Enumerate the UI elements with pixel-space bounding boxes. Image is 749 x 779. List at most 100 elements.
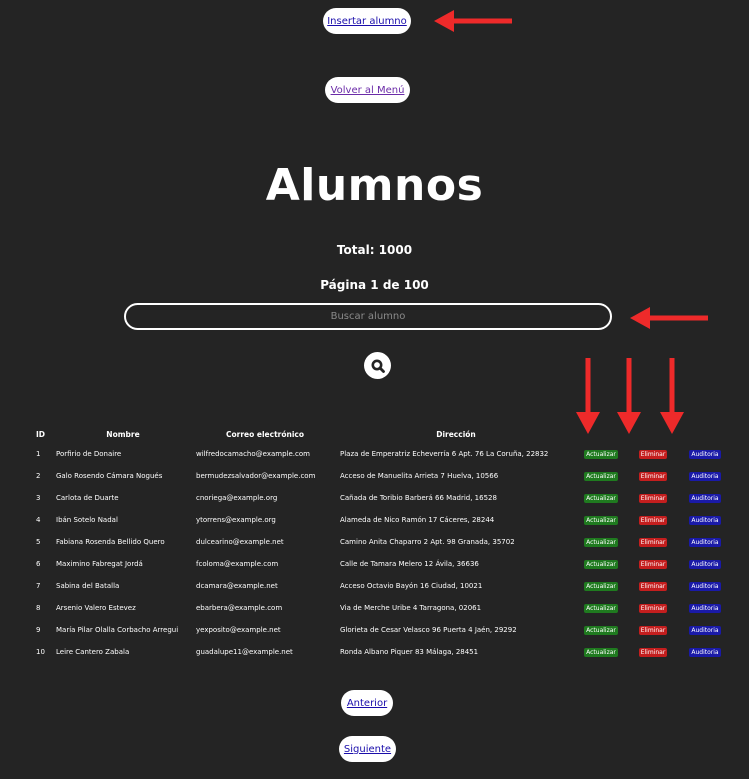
audit-button[interactable]: Auditoria <box>689 515 721 525</box>
audit-button-cell: Auditoria <box>679 597 731 619</box>
back-to-menu-button[interactable]: Volver al Menú <box>325 77 410 103</box>
update-button-cell: Actualizar <box>575 509 627 531</box>
arrow-left-icon <box>630 307 708 329</box>
delete-button[interactable]: Eliminar <box>638 449 668 459</box>
arrow-left-icon <box>434 10 512 32</box>
cell-email: fcoloma@example.com <box>196 560 279 568</box>
cell-email: cnoriega@example.org <box>196 494 278 502</box>
cell-id: 7 <box>36 582 41 590</box>
audit-button[interactable]: Auditoria <box>689 625 721 635</box>
table-row: 7 Sabina del Batalla dcamara@example.net Ac… <box>33 575 731 597</box>
update-button[interactable]: Actualizar <box>584 559 618 569</box>
cell-id: 5 <box>36 538 41 546</box>
update-button[interactable]: Actualizar <box>584 625 618 635</box>
update-button-cell: Actualizar <box>575 641 627 663</box>
audit-button[interactable]: Auditoria <box>689 603 721 613</box>
page-indicator: Página 1 de 100 <box>320 278 429 292</box>
search-button[interactable] <box>364 352 391 379</box>
update-button-cell: Actualizar <box>575 487 627 509</box>
cell-address: Calle de Tamara Melero 12 Ávila, 36636 <box>340 560 479 568</box>
cell-address: Acceso Octavio Bayón 16 Ciudad, 10021 <box>340 582 483 590</box>
delete-button-cell: Eliminar <box>627 553 679 575</box>
audit-button-cell: Auditoria <box>679 443 731 465</box>
audit-button[interactable]: Auditoria <box>689 493 721 503</box>
update-button[interactable]: Actualizar <box>584 471 618 481</box>
cell-name: María Pilar Olalla Corbacho Arregui <box>56 626 179 634</box>
update-button[interactable]: Actualizar <box>584 581 618 591</box>
update-button-cell: Actualizar <box>575 575 627 597</box>
audit-button[interactable]: Auditoria <box>689 449 721 459</box>
table-row: 8 Arsenio Valero Estevez ebarbera@example.… <box>33 597 731 619</box>
cell-id: 4 <box>36 516 41 524</box>
cell-email: dcamara@example.net <box>196 582 278 590</box>
audit-button[interactable]: Auditoria <box>689 471 721 481</box>
delete-button[interactable]: Eliminar <box>638 647 668 657</box>
audit-button-cell: Auditoria <box>679 553 731 575</box>
cell-address: Camino Anita Chaparro 2 Apt. 98 Granada,… <box>340 538 515 546</box>
table-row: 10 Leire Cantero Zabala guadalupe11@exampl… <box>33 641 731 663</box>
table-row: 3 Carlota de Duarte cnoriega@example.org Ca… <box>33 487 731 509</box>
audit-button-cell: Auditoria <box>679 641 731 663</box>
audit-button[interactable]: Auditoria <box>689 559 721 569</box>
audit-button-cell: Auditoria <box>679 531 731 553</box>
table-row: 6 Maximino Fabregat Jordá fcoloma@example.… <box>33 553 731 575</box>
cell-email: ytorrens@example.org <box>196 516 276 524</box>
delete-button-cell: Eliminar <box>627 531 679 553</box>
audit-button[interactable]: Auditoria <box>689 647 721 657</box>
cell-address: Cañada de Toribio Barberá 66 Madrid, 165… <box>340 494 497 502</box>
update-button[interactable]: Actualizar <box>584 515 618 525</box>
cell-email: dulcearino@example.net <box>196 538 284 546</box>
delete-button[interactable]: Eliminar <box>638 471 668 481</box>
audit-button-cell: Auditoria <box>679 509 731 531</box>
cell-address: Via de Merche Uribe 4 Tarragona, 02061 <box>340 604 482 612</box>
students-table: ID Nombre Correo electrónico Dirección 1… <box>33 425 731 663</box>
next-page-button[interactable]: Siguiente <box>339 736 396 762</box>
cell-address: Ronda Albano Piquer 83 Málaga, 28451 <box>340 648 479 656</box>
cell-name: Ibán Sotelo Nadal <box>56 516 118 524</box>
delete-button-cell: Eliminar <box>627 509 679 531</box>
col-name-header: Nombre <box>106 429 140 439</box>
arrow-down-icon <box>617 358 641 434</box>
audit-button[interactable]: Auditoria <box>689 537 721 547</box>
arrow-down-icon <box>576 358 600 434</box>
cell-address: Acceso de Manuelita Arrieta 7 Huelva, 10… <box>340 472 499 480</box>
update-button[interactable]: Actualizar <box>584 537 618 547</box>
cell-email: bermudezsalvador@example.com <box>196 472 316 480</box>
cell-id: 10 <box>36 648 45 656</box>
table-row: 2 Galo Rosendo Cámara Nogués bermudezsalva… <box>33 465 731 487</box>
delete-button[interactable]: Eliminar <box>638 581 668 591</box>
update-button[interactable]: Actualizar <box>584 603 618 613</box>
update-button-cell: Actualizar <box>575 531 627 553</box>
table-row: 9 María Pilar Olalla Corbacho Arregui yexp… <box>33 619 731 641</box>
cell-id: 9 <box>36 626 41 634</box>
update-button[interactable]: Actualizar <box>584 493 618 503</box>
cell-name: Maximino Fabregat Jordá <box>56 560 143 568</box>
table-row: 1 Porfirio de Donaire wilfredocamacho@exam… <box>33 443 731 465</box>
cell-address: Plaza de Emperatriz Echeverría 6 Apt. 76… <box>340 450 549 458</box>
update-button-cell: Actualizar <box>575 553 627 575</box>
update-button[interactable]: Actualizar <box>584 449 618 459</box>
cell-id: 6 <box>36 560 41 568</box>
cell-name: Porfirio de Donaire <box>56 450 122 458</box>
previous-page-button[interactable]: Anterior <box>341 690 393 716</box>
delete-button[interactable]: Eliminar <box>638 625 668 635</box>
cell-id: 8 <box>36 604 41 612</box>
search-input[interactable]: Buscar alumno <box>124 303 612 330</box>
insert-student-button[interactable]: Insertar alumno <box>323 8 411 34</box>
cell-id: 2 <box>36 472 41 480</box>
update-button[interactable]: Actualizar <box>584 647 618 657</box>
delete-button[interactable]: Eliminar <box>638 603 668 613</box>
delete-button[interactable]: Eliminar <box>638 537 668 547</box>
audit-button-cell: Auditoria <box>679 487 731 509</box>
delete-button[interactable]: Eliminar <box>638 559 668 569</box>
delete-button[interactable]: Eliminar <box>638 515 668 525</box>
cell-name: Galo Rosendo Cámara Nogués <box>56 472 163 480</box>
cell-id: 1 <box>36 450 41 458</box>
audit-button[interactable]: Auditoria <box>689 581 721 591</box>
cell-name: Fabiana Rosenda Bellido Quero <box>56 538 165 546</box>
col-address-header: Dirección <box>436 429 476 439</box>
delete-button[interactable]: Eliminar <box>638 493 668 503</box>
col-id-header: ID <box>36 429 46 439</box>
delete-button-cell: Eliminar <box>627 487 679 509</box>
update-button-cell: Actualizar <box>575 465 627 487</box>
